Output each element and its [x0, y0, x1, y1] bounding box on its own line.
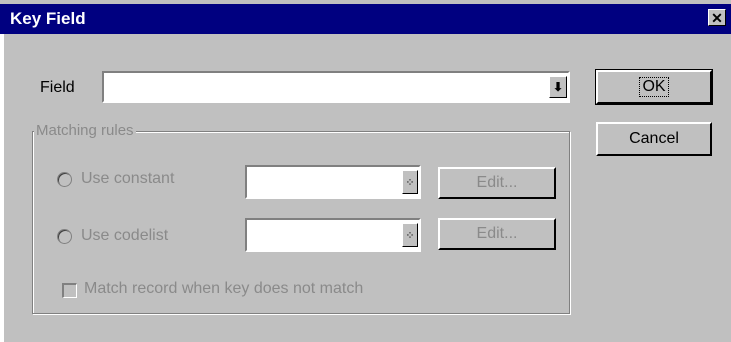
use-constant-field[interactable]: ⁘ — [245, 165, 421, 199]
arrow-down-icon: ⬇ — [552, 80, 564, 94]
field-label: Field — [40, 79, 75, 96]
dots-icon: ⁘ — [405, 229, 415, 242]
match-record-label: Match record when key does not match — [84, 280, 364, 297]
use-constant-picker-button[interactable]: ⁘ — [402, 170, 418, 194]
cancel-button[interactable]: Cancel — [596, 122, 712, 156]
cancel-button-label: Cancel — [629, 130, 679, 147]
use-codelist-field[interactable]: ⁘ — [245, 218, 421, 252]
use-codelist-edit-button[interactable]: Edit... — [438, 218, 556, 250]
key-field-dialog: Key Field ✕ Field ⬇ OK Cancel Matching r… — [0, 0, 731, 342]
dialog-title: Key Field — [10, 9, 86, 28]
title-bar: Key Field ✕ — [0, 4, 731, 34]
use-codelist-edit-label: Edit... — [476, 225, 518, 242]
field-combobox[interactable]: ⬇ — [102, 71, 570, 103]
ok-button[interactable]: OK — [595, 69, 713, 105]
ok-button-label: OK — [639, 77, 669, 97]
dots-icon: ⁘ — [405, 176, 415, 189]
field-dropdown-button[interactable]: ⬇ — [549, 76, 567, 98]
use-codelist-radio[interactable] — [57, 229, 72, 244]
use-constant-radio[interactable] — [57, 172, 72, 187]
match-record-checkbox[interactable] — [62, 283, 77, 298]
use-constant-edit-button[interactable]: Edit... — [438, 167, 556, 199]
use-constant-label: Use constant — [81, 170, 175, 187]
use-constant-edit-label: Edit... — [476, 174, 518, 191]
left-frame-edge — [0, 34, 4, 342]
use-codelist-picker-button[interactable]: ⁘ — [402, 223, 418, 247]
use-codelist-label: Use codelist — [81, 227, 169, 244]
matching-rules-legend: Matching rules — [34, 122, 136, 139]
close-icon: ✕ — [711, 9, 723, 26]
close-button[interactable]: ✕ — [708, 9, 726, 26]
